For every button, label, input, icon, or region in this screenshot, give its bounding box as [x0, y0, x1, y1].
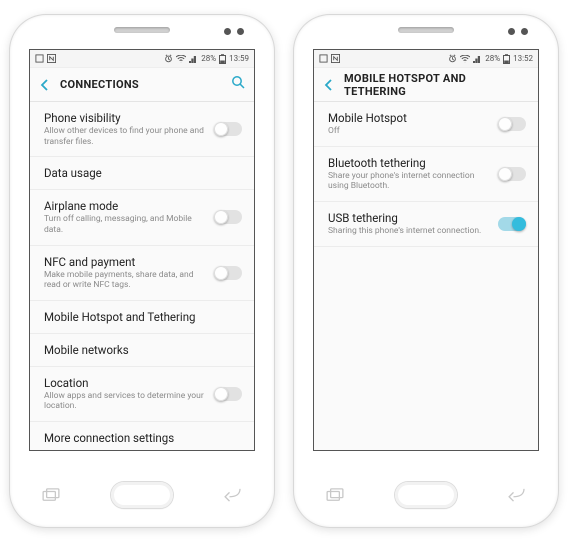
row-subtext: Make mobile payments, share data, and re… — [44, 270, 204, 291]
screen: 28% 13:52 MOBILE HOTSPOT AND TETHERING M… — [313, 49, 539, 451]
row-subtext: Share your phone's internet connection u… — [328, 171, 488, 192]
home-button[interactable] — [395, 482, 457, 508]
settings-row[interactable]: Mobile Hotspot and Tethering — [30, 301, 254, 334]
search-button[interactable] — [231, 75, 246, 94]
settings-row[interactable]: Data usage — [30, 157, 254, 190]
clock-text: 13:52 — [513, 54, 533, 63]
settings-list[interactable]: Mobile HotspotOffBluetooth tetheringShar… — [314, 102, 538, 450]
alarm-icon — [448, 54, 457, 63]
toggle-switch[interactable] — [214, 266, 242, 280]
status-bar: 28% 13:59 — [30, 50, 254, 68]
settings-row[interactable]: LocationAllow apps and services to deter… — [30, 367, 254, 422]
wifi-icon — [460, 55, 470, 63]
row-label: Data usage — [44, 166, 242, 180]
toggle-switch[interactable] — [214, 210, 242, 224]
back-key[interactable] — [506, 488, 528, 502]
settings-row[interactable]: Bluetooth tetheringShare your phone's in… — [314, 147, 538, 202]
wifi-icon — [176, 55, 186, 63]
row-subtext: Off — [328, 126, 488, 137]
status-bar: 28% 13:52 — [314, 50, 538, 68]
back-button[interactable] — [322, 78, 336, 92]
signal-icon — [473, 55, 482, 63]
settings-row[interactable]: USB tetheringSharing this phone's intern… — [314, 202, 538, 247]
toggle-switch[interactable] — [214, 387, 242, 401]
app-bar: CONNECTIONS — [30, 68, 254, 102]
row-label: Airplane mode — [44, 199, 204, 213]
search-icon — [231, 75, 246, 90]
row-label: NFC and payment — [44, 255, 204, 269]
back-key[interactable] — [222, 488, 244, 502]
battery-percent: 28% — [201, 54, 216, 63]
home-button[interactable] — [111, 482, 173, 508]
app-bar: MOBILE HOTSPOT AND TETHERING — [314, 68, 538, 102]
row-label: Mobile Hotspot — [328, 111, 488, 125]
row-label: USB tethering — [328, 211, 488, 225]
alarm-icon — [164, 54, 173, 63]
battery-icon — [503, 54, 510, 64]
settings-list[interactable]: Phone visibilityAllow other devices to f… — [30, 102, 254, 450]
phone-right: 28% 13:52 MOBILE HOTSPOT AND TETHERING M… — [294, 15, 558, 527]
row-label: Bluetooth tethering — [328, 156, 488, 170]
signal-icon — [189, 55, 198, 63]
row-subtext: Turn off calling, messaging, and Mobile … — [44, 214, 204, 235]
toggle-switch[interactable] — [498, 167, 526, 181]
row-label: Mobile networks — [44, 343, 242, 357]
phone-sensors — [508, 28, 528, 35]
battery-icon — [219, 54, 226, 64]
toggle-switch[interactable] — [214, 122, 242, 136]
settings-row[interactable]: More connection settings — [30, 422, 254, 450]
phone-left: 28% 13:59 CONNECTIONS Phone visibilityAl… — [10, 15, 274, 527]
phone-speaker — [114, 27, 170, 33]
settings-row[interactable]: Airplane modeTurn off calling, messaging… — [30, 190, 254, 245]
nav-buttons — [10, 469, 274, 527]
nav-buttons — [294, 469, 558, 527]
recents-key[interactable] — [324, 488, 346, 502]
row-subtext: Allow apps and services to determine you… — [44, 391, 204, 412]
phone-sensors — [224, 28, 244, 35]
recents-key[interactable] — [40, 488, 62, 502]
settings-row[interactable]: Phone visibilityAllow other devices to f… — [30, 102, 254, 157]
phone-speaker — [398, 27, 454, 33]
row-subtext: Sharing this phone's internet connection… — [328, 226, 488, 237]
settings-row[interactable]: Mobile networks — [30, 334, 254, 367]
back-button[interactable] — [38, 78, 52, 92]
nfc-icon — [47, 54, 56, 63]
battery-percent: 28% — [485, 54, 500, 63]
screen: 28% 13:59 CONNECTIONS Phone visibilityAl… — [29, 49, 255, 451]
page-title: CONNECTIONS — [60, 78, 223, 91]
toggle-switch[interactable] — [498, 117, 526, 131]
nfc-icon — [331, 54, 340, 63]
row-label: More connection settings — [44, 431, 242, 445]
row-label: Location — [44, 376, 204, 390]
rotate-icon — [35, 54, 44, 63]
settings-row[interactable]: Mobile HotspotOff — [314, 102, 538, 147]
row-label: Phone visibility — [44, 111, 204, 125]
clock-text: 13:59 — [229, 54, 249, 63]
row-label: Mobile Hotspot and Tethering — [44, 310, 242, 324]
toggle-switch[interactable] — [498, 217, 526, 231]
row-subtext: Allow other devices to find your phone a… — [44, 126, 204, 147]
rotate-icon — [319, 54, 328, 63]
page-title: MOBILE HOTSPOT AND TETHERING — [344, 72, 530, 98]
settings-row[interactable]: NFC and paymentMake mobile payments, sha… — [30, 246, 254, 301]
